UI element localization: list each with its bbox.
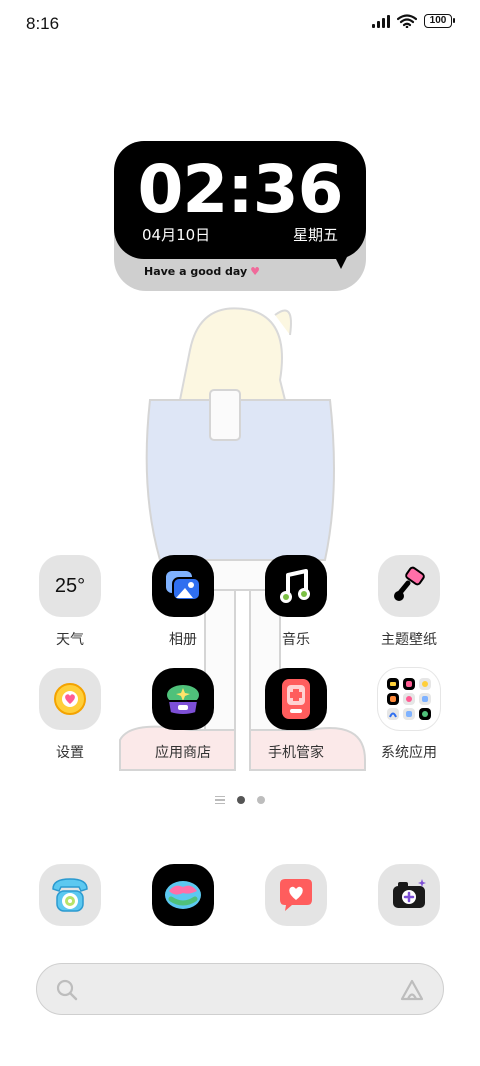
weather-temperature: 25° [54,574,86,597]
app-store[interactable]: 应用商店 [137,668,229,762]
app-weather[interactable]: 25° 天气 [24,555,116,649]
app-gallery[interactable]: 相册 [137,555,229,649]
app-label: 应用商店 [155,745,211,761]
phone-icon[interactable] [39,864,101,926]
browser-globe-icon[interactable] [152,864,214,926]
app-music[interactable]: 音乐 [250,555,342,649]
gallery-icon[interactable] [152,555,214,617]
dock-messages[interactable] [250,864,342,926]
app-store-icon[interactable] [152,668,214,730]
search-bar[interactable] [36,963,444,1015]
heart-icon: ♥ [250,265,261,278]
clock-bubble-tail [332,251,350,269]
menu-lines-icon[interactable] [215,796,225,804]
signal-icon [372,14,390,28]
app-label: 音乐 [282,632,310,648]
page-dot[interactable] [257,796,265,804]
weather-icon[interactable]: 25° [39,555,101,617]
messages-heart-icon[interactable] [265,864,327,926]
camera-icon[interactable] [378,864,440,926]
status-time: 8:16 [26,14,60,33]
app-label: 手机管家 [268,745,324,761]
page-dot-active[interactable] [237,796,245,804]
app-settings[interactable]: 设置 [24,668,116,762]
assistant-icon[interactable] [399,978,425,1002]
dock-browser[interactable] [137,864,229,926]
settings-icon[interactable] [39,668,101,730]
clock-weekday: 星期五 [292,226,338,244]
clock-widget[interactable]: 02:36 04月10日 星期五 Have a good day ♥ [114,141,366,291]
dock-camera[interactable] [363,864,455,926]
clock-date: 04月10日 [142,226,211,244]
clock-time: 02:36 [137,151,343,228]
app-phone-manager[interactable]: 手机管家 [250,668,342,762]
app-label: 系统应用 [381,745,437,761]
wifi-icon [397,14,417,28]
system-apps-folder-icon[interactable] [378,668,440,730]
app-label: 天气 [56,632,84,648]
theme-brush-icon[interactable] [378,555,440,617]
music-icon[interactable] [265,555,327,617]
search-icon[interactable] [55,978,79,1002]
app-label: 相册 [169,632,197,648]
app-label: 设置 [56,745,84,761]
app-theme[interactable]: 主题壁纸 [363,555,455,649]
greeting-label: Have a good day [144,265,248,278]
status-bar: 8:16 100 [0,0,480,50]
app-label: 主题壁纸 [381,632,437,648]
dock-phone[interactable] [24,864,116,926]
battery-icon: 100 [424,14,455,28]
app-folder-system[interactable]: 系统应用 [363,668,455,762]
phone-manager-icon[interactable] [265,668,327,730]
greeting-text: Have a good day ♥ [144,265,260,278]
page-indicator[interactable] [0,796,480,804]
